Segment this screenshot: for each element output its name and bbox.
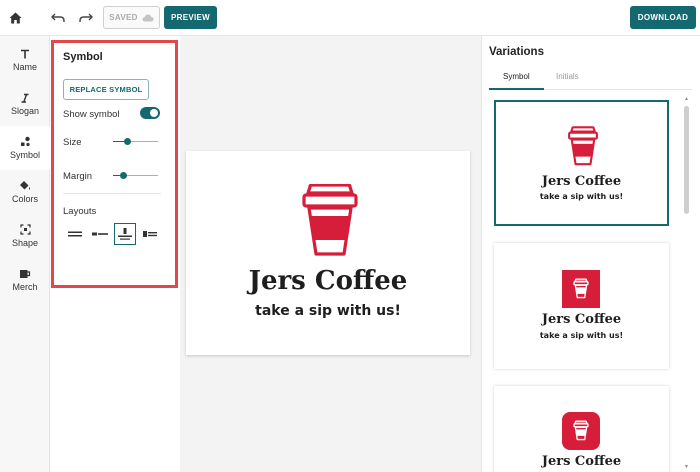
coffee-cup-icon [302, 184, 358, 256]
italic-icon [21, 93, 29, 103]
tab-initials[interactable]: Initials [556, 72, 579, 81]
top-toolbar: SAVED PREVIEW DOWNLOAD [0, 0, 700, 36]
nav-item-label: Colors [11, 194, 38, 204]
variations-scrollbar[interactable]: ▲ ▼ [683, 96, 690, 472]
coffee-cup-icon [568, 126, 598, 166]
cloud-icon [142, 14, 154, 21]
margin-label: Margin [63, 171, 93, 182]
nav-item-label: Name [12, 61, 37, 72]
nav-item-colors[interactable]: Colors [0, 170, 50, 214]
layout-option-symbol-left[interactable] [139, 223, 161, 245]
logo-slogan: take a sip with us! [255, 303, 401, 319]
symbol-badge-rounded [562, 412, 600, 450]
layout-option-inline[interactable] [89, 223, 111, 245]
show-symbol-toggle[interactable] [140, 107, 160, 119]
text-icon [21, 49, 29, 58]
layout-symbol-left-icon [143, 231, 157, 237]
frame-icon [19, 224, 31, 235]
layouts-label: Layouts [63, 206, 97, 217]
show-symbol-label: Show symbol [63, 109, 120, 120]
margin-slider[interactable] [113, 170, 158, 182]
saved-label: SAVED [109, 13, 138, 22]
variations-title: Variations [489, 46, 544, 58]
variation-card[interactable]: Jers Coffee take a sip with us! [494, 100, 669, 226]
tab-symbol[interactable]: Symbol [503, 72, 530, 81]
highlight-frame [51, 40, 178, 288]
paint-bucket-icon [20, 181, 31, 190]
logo-name: Jers Coffee [248, 266, 408, 296]
variation-slogan: take a sip with us! [539, 192, 624, 201]
variation-name: Jers Coffee [541, 454, 622, 469]
layout-stacked-icon [68, 231, 82, 237]
slider-thumb[interactable] [124, 138, 131, 145]
layout-symbol-top-icon [118, 228, 132, 240]
scroll-thumb[interactable] [684, 106, 689, 214]
coffee-cup-icon [573, 278, 589, 299]
variation-name: Jers Coffee [541, 312, 622, 327]
redo-icon[interactable] [77, 9, 95, 27]
variation-slogan: take a sip with us! [539, 331, 624, 340]
home-icon[interactable] [6, 9, 24, 27]
download-button[interactable]: DOWNLOAD [630, 6, 696, 29]
preview-button[interactable]: PREVIEW [164, 6, 217, 29]
nav-item-label: Merch [12, 281, 38, 292]
logo-preview-card[interactable]: Jers Coffee take a sip with us! [186, 151, 470, 355]
coffee-cup-icon [573, 420, 589, 441]
toggle-knob [150, 109, 158, 117]
panel-divider [63, 193, 161, 194]
slider-thumb[interactable] [120, 172, 127, 179]
variation-card[interactable]: Jers Coffee [494, 386, 669, 472]
mug-icon [20, 269, 31, 278]
nav-item-label: Symbol [9, 150, 40, 160]
variation-name: Jers Coffee [541, 174, 622, 189]
layout-option-stacked[interactable] [64, 223, 86, 245]
size-label: Size [63, 137, 82, 148]
undo-icon[interactable] [49, 9, 67, 27]
variation-card[interactable]: Jers Coffee take a sip with us! [494, 243, 669, 369]
nav-item-symbol[interactable]: Symbol [0, 126, 50, 170]
left-nav: Name Slogan Symbol Colors Shape Merch [0, 36, 50, 472]
size-slider[interactable] [113, 136, 158, 148]
shapes-icon [20, 136, 30, 147]
saved-status-button: SAVED [103, 6, 160, 29]
active-tab-indicator [489, 88, 544, 90]
layout-option-symbol-top[interactable] [114, 223, 136, 245]
nav-item-label: Slogan [10, 105, 40, 116]
nav-item-slogan[interactable]: Slogan [0, 82, 50, 126]
scroll-up-arrow[interactable]: ▲ [683, 96, 690, 102]
layout-inline-icon [92, 232, 108, 236]
scroll-down-arrow[interactable]: ▼ [683, 464, 690, 470]
nav-item-name[interactable]: Name [0, 38, 50, 82]
nav-item-merch[interactable]: Merch [0, 258, 50, 302]
panel-title: Symbol [63, 51, 103, 63]
replace-symbol-button[interactable]: REPLACE SYMBOL [63, 79, 149, 100]
nav-item-label: Shape [11, 238, 39, 248]
nav-item-shape[interactable]: Shape [0, 214, 50, 258]
symbol-badge-square [562, 270, 600, 308]
